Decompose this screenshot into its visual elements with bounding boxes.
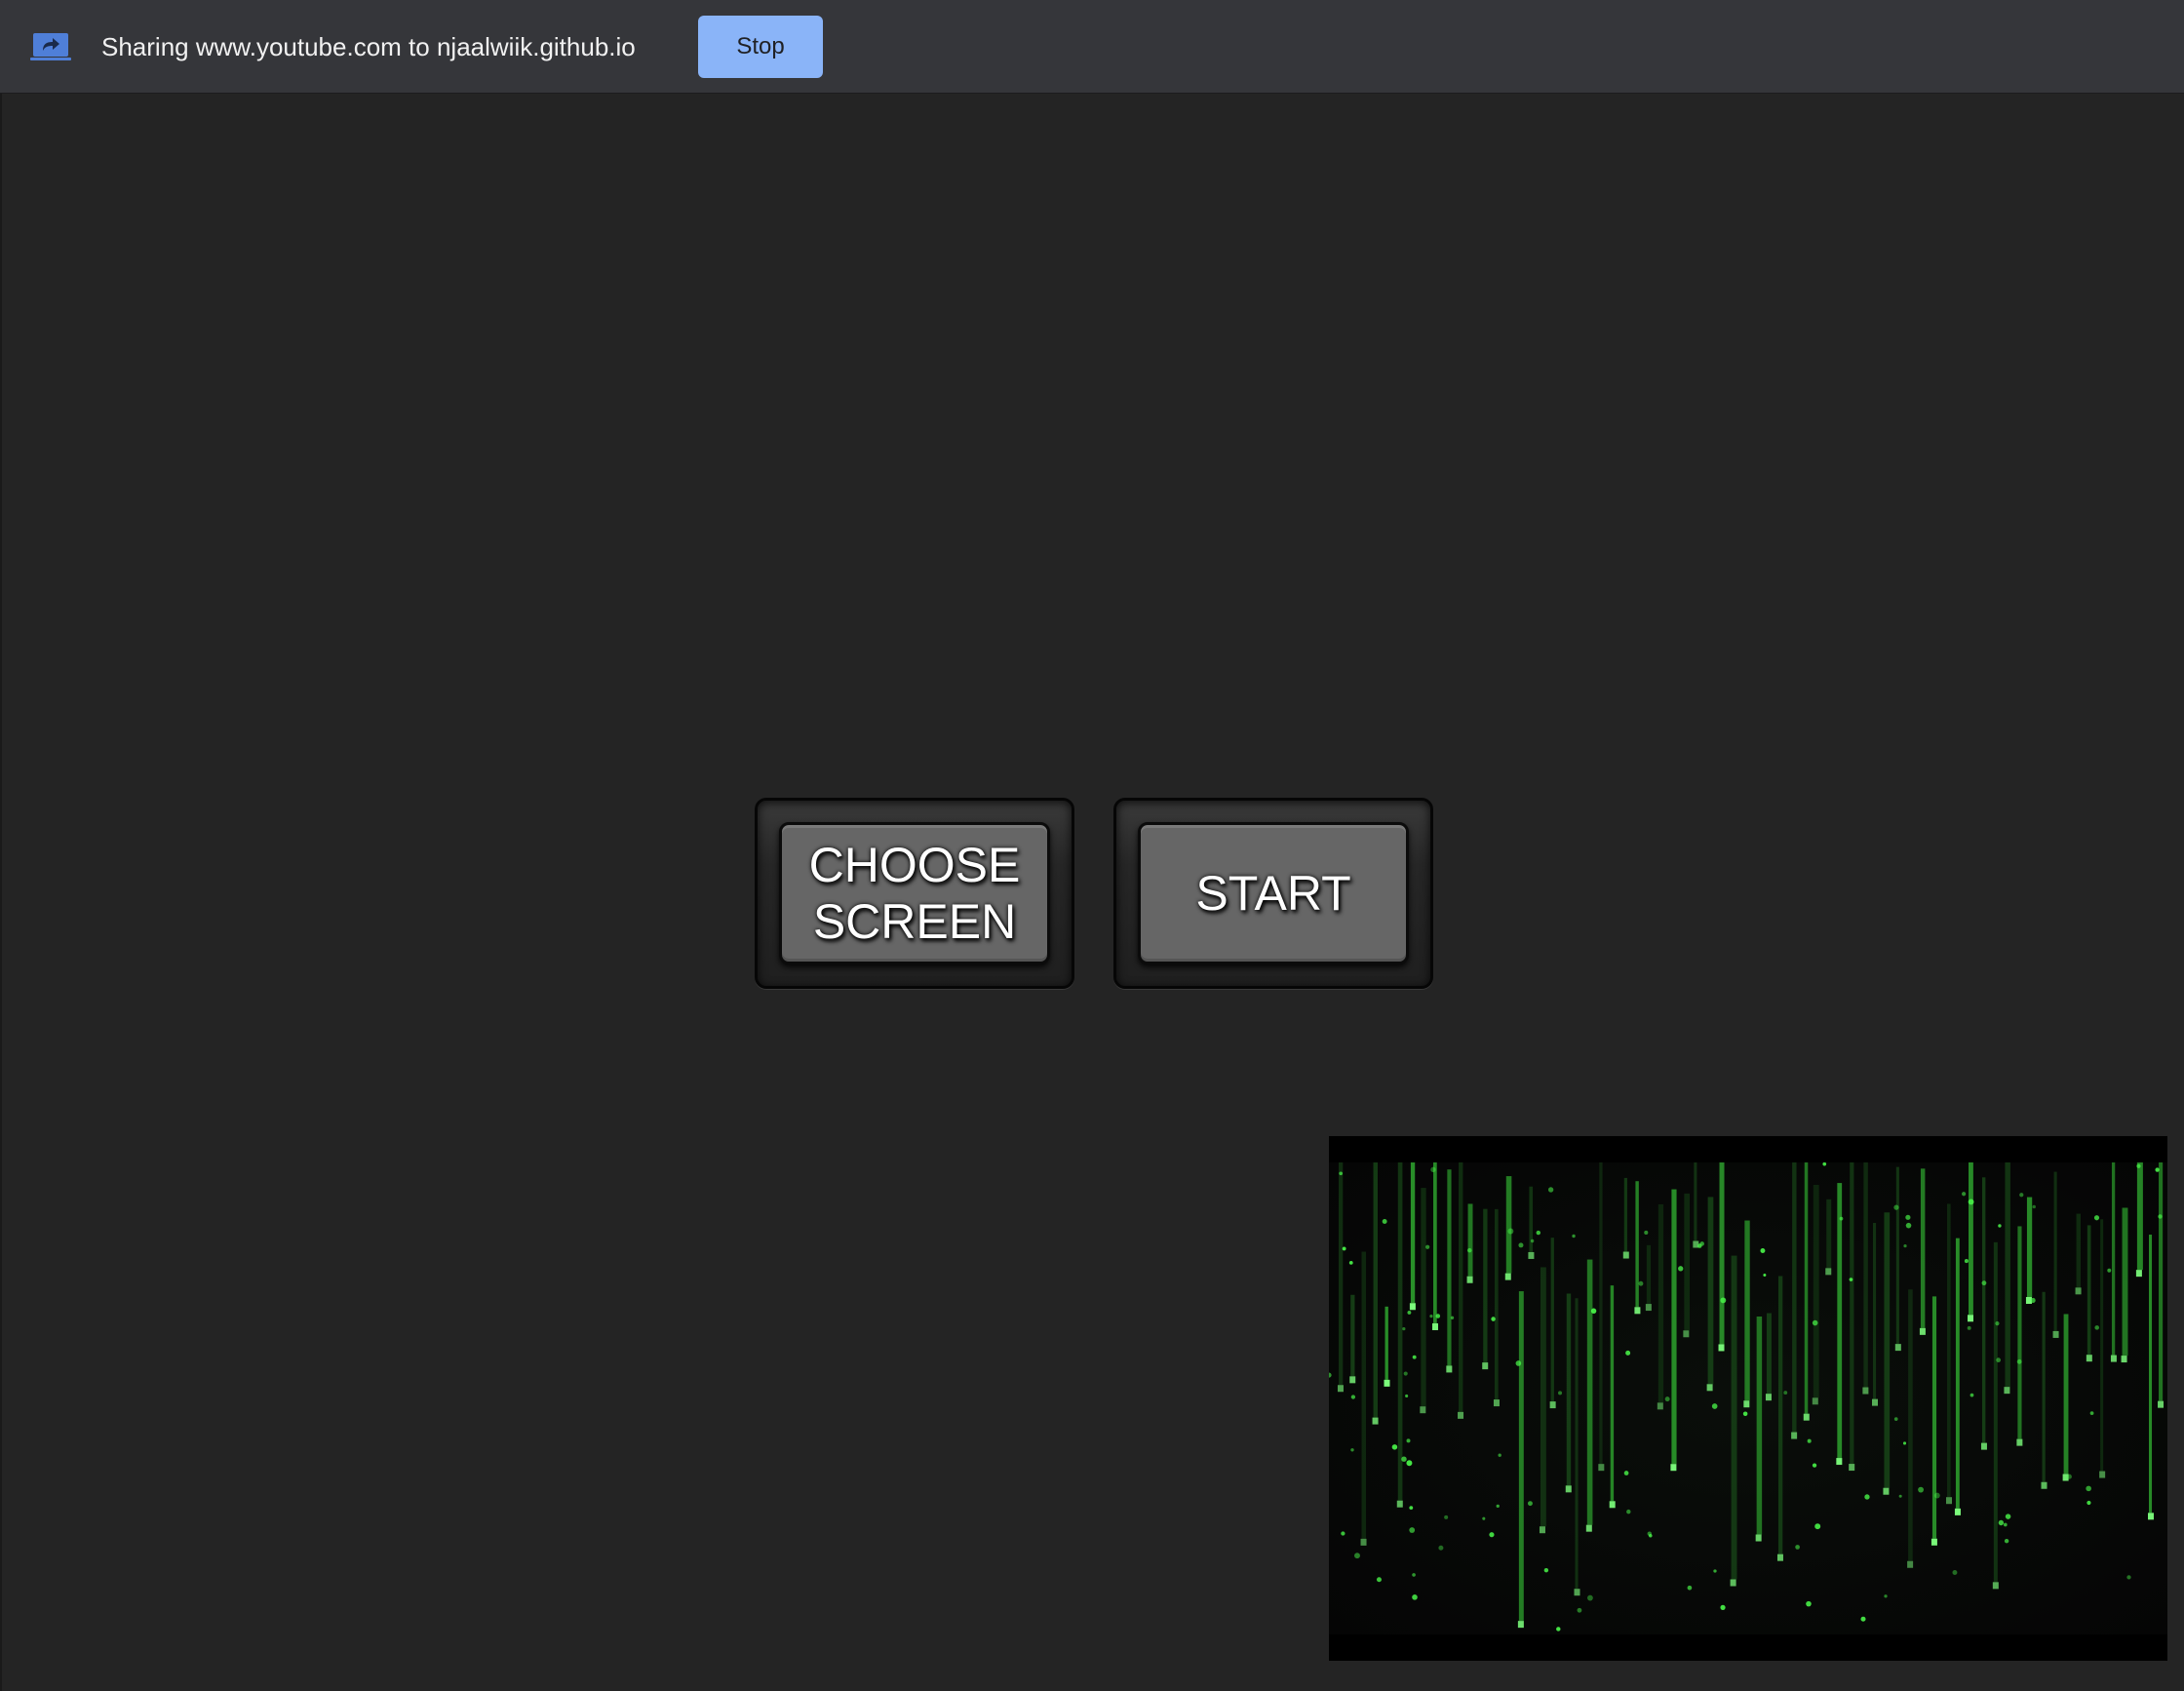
sharing-status-text: Sharing www.youtube.com to njaalwiik.git… [101,32,636,61]
screen-sharing-bar: Sharing www.youtube.com to njaalwiik.git… [0,0,2184,94]
start-button-well: START [1113,798,1433,989]
screen-share-icon [30,33,71,60]
stop-sharing-button[interactable]: Stop [698,16,823,78]
choose-screen-button[interactable]: CHOOSE SCREEN [779,822,1050,964]
start-button[interactable]: START [1138,822,1409,964]
matrix-code-rain-video [1329,1162,2167,1634]
choose-screen-button-well: CHOOSE SCREEN [755,798,1074,989]
video-preview [1329,1136,2167,1661]
